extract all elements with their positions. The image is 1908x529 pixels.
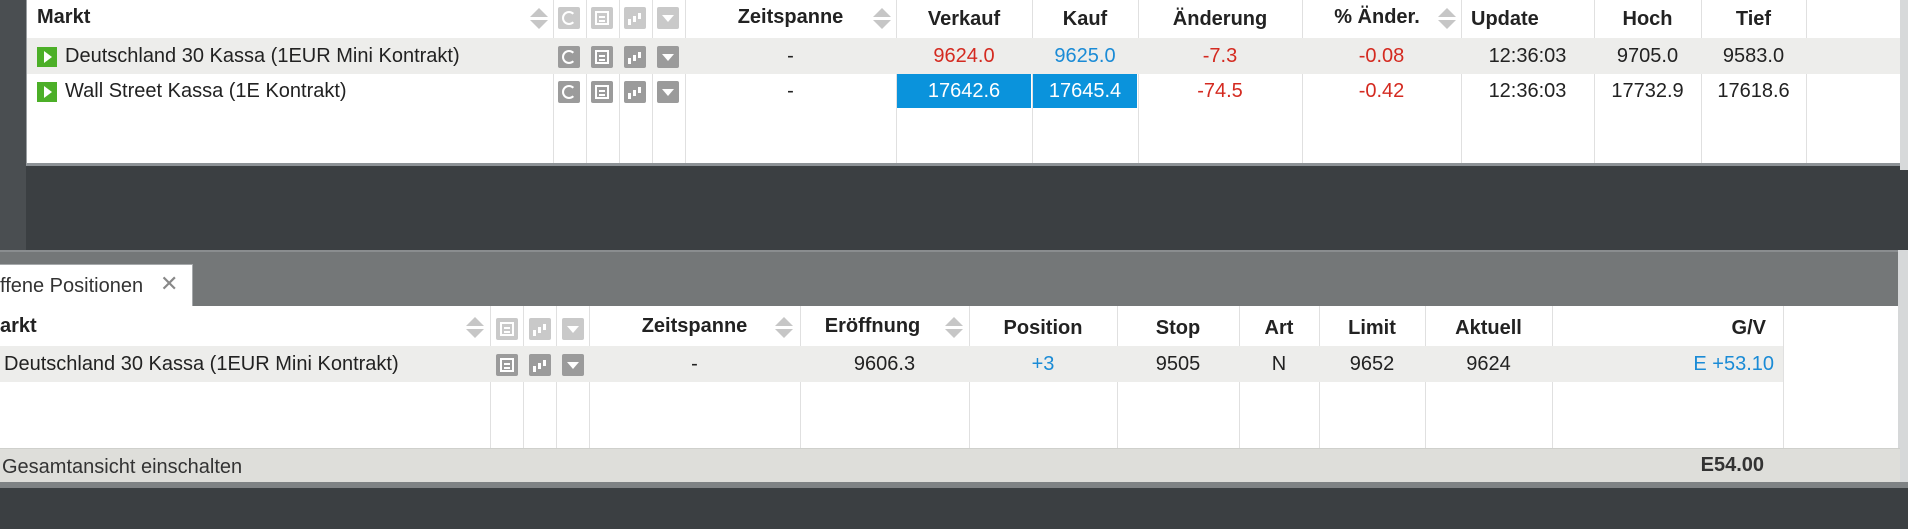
buy-price[interactable]: 9625.0 [1032, 45, 1138, 68]
header-high[interactable]: Hoch [1594, 8, 1701, 31]
header-limit[interactable]: Limit [1319, 317, 1425, 340]
header-timespan[interactable]: Zeitspanne [589, 315, 800, 338]
news-icon[interactable] [591, 81, 613, 103]
watchlist-table: Markt Zeitspanne Verkauf Kauf Änderung %… [26, 0, 1908, 166]
high-value: 17732.9 [1611, 80, 1684, 102]
high-value: 9705.0 [1616, 45, 1679, 67]
divider [652, 0, 653, 163]
header-type[interactable]: Art [1239, 317, 1319, 340]
dropdown-icon [657, 7, 679, 29]
timespan-value: - [787, 45, 794, 67]
current-value: 9624 [1466, 353, 1511, 375]
refresh-icon[interactable] [558, 46, 580, 68]
change-pct-value: -0.42 [1358, 80, 1405, 102]
chart-icon[interactable] [624, 46, 646, 68]
header-buy[interactable]: Kauf [1032, 8, 1138, 31]
sell-price-button[interactable]: 17642.6 [897, 74, 1031, 108]
header-market[interactable]: Markt [37, 6, 90, 29]
panel-left-edge [0, 0, 26, 250]
positions-footer: Gesamtansicht einschalten E54.00 [0, 448, 1900, 482]
sort-icon[interactable] [466, 315, 484, 341]
header-low[interactable]: Tief [1701, 8, 1806, 31]
header-opening[interactable]: Eröffnung [800, 315, 945, 338]
divider [586, 0, 587, 163]
header-timespan[interactable]: Zeitspanne [685, 6, 896, 29]
timespan-value: - [787, 80, 794, 102]
sort-icon[interactable] [530, 6, 548, 32]
tab-open-positions[interactable]: ffene Positionen ✕ [0, 264, 193, 306]
header-position[interactable]: Position [969, 317, 1117, 340]
chart-icon[interactable] [529, 354, 551, 376]
header-stop[interactable]: Stop [1117, 317, 1239, 340]
update-time: 12:36:03 [1488, 45, 1567, 67]
sell-price[interactable]: 9624.0 [896, 45, 1032, 68]
tab-label: ffene Positionen [0, 275, 144, 297]
limit-value[interactable]: 9652 [1319, 353, 1425, 376]
background-area [0, 488, 1908, 529]
sort-icon[interactable] [873, 6, 891, 32]
buy-price-button[interactable]: 17645.4 [1033, 74, 1137, 108]
close-icon[interactable]: ✕ [160, 271, 178, 297]
change-pct-value: -0.08 [1358, 45, 1405, 67]
news-icon [591, 7, 613, 29]
news-icon[interactable] [591, 46, 613, 68]
market-name[interactable]: Wall Street Kassa (1E Kontrakt) [65, 80, 347, 103]
chart-icon [529, 318, 551, 340]
sort-icon[interactable] [775, 315, 793, 341]
change-value: -74.5 [1197, 80, 1243, 102]
watchlist-panel: Markt Zeitspanne Verkauf Kauf Änderung %… [0, 0, 1908, 250]
header-current[interactable]: Aktuell [1425, 317, 1552, 340]
sort-icon[interactable] [945, 315, 963, 341]
play-icon[interactable] [37, 82, 57, 102]
market-name[interactable]: Deutschland 30 Kassa (1EUR Mini Kontrakt… [4, 353, 399, 376]
total-pl: E54.00 [1700, 454, 1764, 476]
header-market[interactable]: arkt [0, 315, 37, 338]
update-time: 12:36:03 [1488, 80, 1567, 102]
dropdown-icon[interactable] [657, 81, 679, 103]
timespan-value: - [691, 353, 698, 375]
position-value[interactable]: +3 [969, 353, 1117, 376]
header-pl[interactable]: G/V [1552, 317, 1766, 340]
stop-value[interactable]: 9505 [1117, 353, 1239, 376]
tab-bar [0, 250, 1908, 306]
header-change[interactable]: Änderung [1138, 8, 1302, 31]
divider [553, 0, 554, 163]
type-value: N [1271, 353, 1287, 375]
sort-icon[interactable] [1438, 6, 1456, 32]
divider [619, 0, 620, 163]
divider [1783, 306, 1784, 448]
header-change-pct[interactable]: % Änder. [1317, 6, 1437, 29]
overview-toggle-link[interactable]: Gesamtansicht einschalten [2, 456, 242, 479]
header-update[interactable]: Update [1471, 8, 1539, 31]
play-icon[interactable] [37, 47, 57, 67]
low-value: 17618.6 [1717, 80, 1790, 102]
scrollbar[interactable] [1898, 250, 1908, 306]
refresh-icon [558, 7, 580, 29]
header-sell[interactable]: Verkauf [896, 8, 1032, 31]
opening-value: 9606.3 [853, 353, 916, 375]
scrollbar[interactable] [1900, 0, 1908, 170]
chart-icon [624, 7, 646, 29]
dropdown-icon[interactable] [562, 354, 584, 376]
chart-icon[interactable] [624, 81, 646, 103]
news-icon[interactable] [496, 354, 518, 376]
divider [1806, 0, 1807, 163]
change-value: -7.3 [1202, 45, 1238, 67]
market-name[interactable]: Deutschland 30 Kassa (1EUR Mini Kontrakt… [65, 45, 460, 68]
dropdown-icon[interactable] [657, 46, 679, 68]
refresh-icon[interactable] [558, 81, 580, 103]
dropdown-icon [562, 318, 584, 340]
pl-value: E +53.10 [1693, 353, 1774, 375]
news-icon [496, 318, 518, 340]
low-value: 9583.0 [1722, 45, 1785, 67]
